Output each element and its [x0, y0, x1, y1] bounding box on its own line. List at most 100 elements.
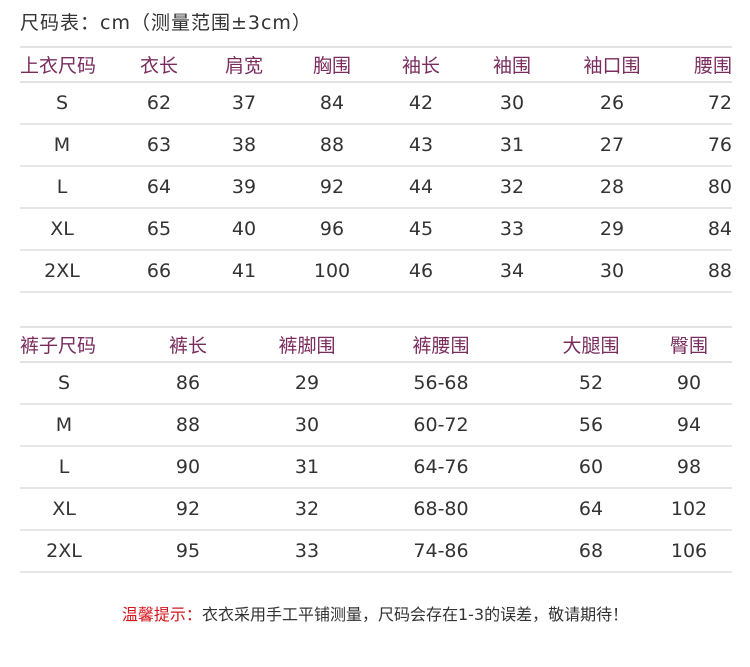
table-cell: 96 [274, 208, 390, 251]
table-row: 2XL 66 41 100 46 34 30 88 [20, 250, 732, 293]
table-cell: 41 [214, 250, 274, 293]
table-cell: XL [20, 208, 104, 251]
table-cell: XL [20, 488, 108, 531]
table-cell: 88 [652, 250, 732, 293]
header-cell: 胸围 [274, 46, 390, 83]
table-cell: L [20, 166, 104, 209]
header-cell: 裤子尺码 [20, 326, 108, 363]
table-cell: 88 [274, 124, 390, 167]
table-cell: M [20, 124, 104, 167]
table-cell: 102 [646, 488, 732, 531]
measurement-note: 温馨提示：衣衣采用手工平铺测量，尺码会存在1-3的误差，敬请期待！ [0, 601, 750, 625]
table-cell: 98 [646, 446, 732, 489]
table-cell: 66 [104, 250, 214, 293]
top-size-table: 上衣尺码 衣长 肩宽 胸围 袖长 袖围 袖口围 腰围 S 62 37 84 42… [20, 46, 732, 293]
table-cell: 60 [536, 446, 646, 489]
header-cell: 腰围 [652, 46, 732, 83]
table-cell: 46 [390, 250, 452, 293]
table-cell: 94 [646, 404, 732, 447]
table-cell: 62 [104, 82, 214, 125]
table-cell: 26 [572, 82, 652, 125]
table-cell: 30 [452, 82, 572, 125]
header-cell: 袖长 [390, 46, 452, 83]
table-cell: 2XL [20, 250, 104, 293]
table-cell: 74-86 [346, 530, 536, 573]
table-cell: 31 [452, 124, 572, 167]
table-cell: 56 [536, 404, 646, 447]
table-row: M 88 30 60-72 56 94 [20, 404, 732, 447]
table-cell: M [20, 404, 108, 447]
table-cell: 64-76 [346, 446, 536, 489]
table-cell: 42 [390, 82, 452, 125]
table-cell: L [20, 446, 108, 489]
table-cell: S [20, 82, 104, 125]
table-cell: 38 [214, 124, 274, 167]
table-cell: 68 [536, 530, 646, 573]
table-cell: 31 [268, 446, 346, 489]
table-cell: 33 [452, 208, 572, 251]
header-cell: 上衣尺码 [20, 46, 104, 83]
bottom-size-table: 裤子尺码 裤长 裤脚围 裤腰围 大腿围 臀围 S 86 29 56-68 52 … [20, 326, 732, 573]
header-cell: 袖口围 [572, 46, 652, 83]
table-cell: 68-80 [346, 488, 536, 531]
table-cell: 63 [104, 124, 214, 167]
table-cell: 30 [572, 250, 652, 293]
note-text: 衣衣采用手工平铺测量，尺码会存在1-3的误差，敬请期待！ [201, 605, 629, 624]
table-cell: 29 [572, 208, 652, 251]
table-cell: 84 [652, 208, 732, 251]
table-cell: 90 [108, 446, 268, 489]
table-cell: 40 [214, 208, 274, 251]
table-cell: 30 [268, 404, 346, 447]
table-cell: 60-72 [346, 404, 536, 447]
page-title: 尺码表：cm（测量范围±3cm） [20, 12, 312, 34]
table-row: 2XL 95 33 74-86 68 106 [20, 530, 732, 573]
header-cell: 裤腰围 [346, 326, 536, 363]
table-row: S 62 37 84 42 30 26 72 [20, 82, 732, 125]
table-cell: 84 [274, 82, 390, 125]
table-cell: 39 [214, 166, 274, 209]
table-row: S 86 29 56-68 52 90 [20, 362, 732, 405]
table-cell: 27 [572, 124, 652, 167]
table-cell: 86 [108, 362, 268, 405]
table-cell: 72 [652, 82, 732, 125]
table-row: M 63 38 88 43 31 27 76 [20, 124, 732, 167]
table-header-row: 裤子尺码 裤长 裤脚围 裤腰围 大腿围 臀围 [20, 326, 732, 363]
table-cell: 29 [268, 362, 346, 405]
table-cell: 43 [390, 124, 452, 167]
table-cell: 92 [108, 488, 268, 531]
header-cell: 袖围 [452, 46, 572, 83]
table-cell: 32 [452, 166, 572, 209]
table-cell: 56-68 [346, 362, 536, 405]
table-cell: 106 [646, 530, 732, 573]
table-cell: 90 [646, 362, 732, 405]
table-cell: 45 [390, 208, 452, 251]
table-cell: 65 [104, 208, 214, 251]
table-cell: 100 [274, 250, 390, 293]
table-cell: 76 [652, 124, 732, 167]
table-cell: 52 [536, 362, 646, 405]
header-cell: 裤脚围 [268, 326, 346, 363]
table-row: XL 92 32 68-80 64 102 [20, 488, 732, 531]
table-cell: 80 [652, 166, 732, 209]
table-cell: 44 [390, 166, 452, 209]
table-cell: S [20, 362, 108, 405]
table-cell: 95 [108, 530, 268, 573]
table-cell: 34 [452, 250, 572, 293]
header-cell: 大腿围 [536, 326, 646, 363]
table-row: XL 65 40 96 45 33 29 84 [20, 208, 732, 251]
table-cell: 92 [274, 166, 390, 209]
table-cell: 64 [536, 488, 646, 531]
table-header-row: 上衣尺码 衣长 肩宽 胸围 袖长 袖围 袖口围 腰围 [20, 46, 732, 83]
table-cell: 33 [268, 530, 346, 573]
table-cell: 64 [104, 166, 214, 209]
table-row: L 64 39 92 44 32 28 80 [20, 166, 732, 209]
note-label: 温馨提示： [121, 605, 202, 624]
table-cell: 37 [214, 82, 274, 125]
header-cell: 肩宽 [214, 46, 274, 83]
header-cell: 臀围 [646, 326, 732, 363]
table-cell: 2XL [20, 530, 108, 573]
table-row: L 90 31 64-76 60 98 [20, 446, 732, 489]
table-cell: 88 [108, 404, 268, 447]
table-cell: 28 [572, 166, 652, 209]
header-cell: 裤长 [108, 326, 268, 363]
